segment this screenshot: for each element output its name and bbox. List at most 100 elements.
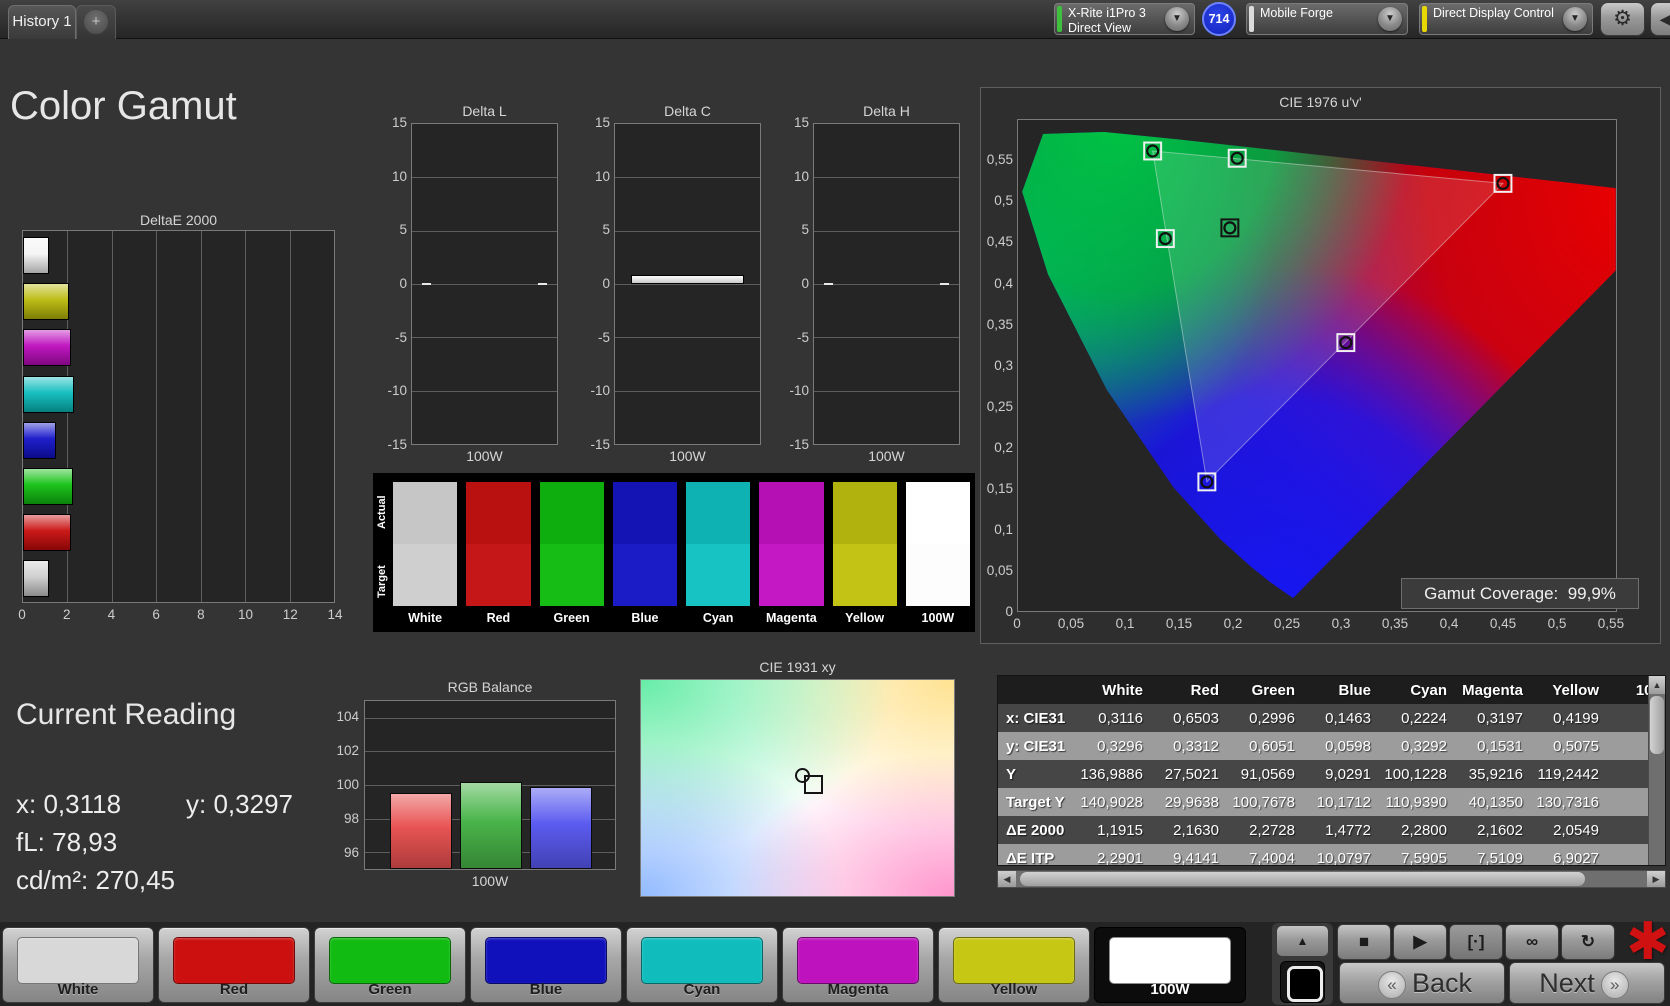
stop-button[interactable]: ■ <box>1337 924 1391 960</box>
table-cell: 29,9638 <box>1152 788 1228 816</box>
patch-button-white[interactable]: White <box>2 927 154 1003</box>
scrollbar-thumb[interactable] <box>1650 696 1664 754</box>
fl-label: fL: <box>16 827 45 857</box>
y-tick-label: 0,55 <box>986 152 1013 168</box>
deltae2000-chart: DeltaE 2000 0 2 4 6 8 10 12 14 <box>18 212 342 627</box>
swatch-target <box>466 544 531 606</box>
table-row[interactable]: y: CIE31 0,3296 0,3312 0,6051 0,0598 0,3292 0,… <box>998 732 1665 760</box>
gear-icon: ⚙ <box>1613 7 1632 30</box>
patch-button-100w[interactable]: 100W <box>1094 927 1246 1003</box>
patch-button-yellow[interactable]: Yellow <box>938 927 1090 1003</box>
delta-l-plot <box>411 123 558 445</box>
delta-h-chart: Delta H 15 10 5 0 -5 -10 -15 100W <box>783 103 960 464</box>
y-axis: 15 10 5 0 -5 -10 -15 <box>381 115 411 452</box>
play-button[interactable]: ▶ <box>1393 924 1447 960</box>
cie1931-chart: CIE 1931 xy <box>640 659 955 897</box>
table-cell: 1,1915 <box>1076 816 1152 844</box>
y-tick-label: 0 <box>602 276 610 291</box>
meter-source[interactable]: Mobile Forge ▼ <box>1246 3 1408 35</box>
y-tick-label: 96 <box>343 845 359 860</box>
meter-instrument[interactable]: X-Rite i1Pro 3 Direct View ▼ <box>1054 3 1195 35</box>
settings-button[interactable]: ⚙ <box>1600 2 1645 36</box>
swatch-yellow <box>832 482 897 606</box>
meter-line2: Direct View <box>1068 21 1131 36</box>
patch-label: Green <box>368 981 412 998</box>
add-tab-button[interactable]: + <box>76 5 116 39</box>
collapse-panel-button[interactable]: ◀ <box>1650 2 1670 36</box>
color-chip <box>1109 937 1231 984</box>
patch-button-cyan[interactable]: Cyan <box>626 927 778 1003</box>
table-row[interactable]: Target Y 140,9028 29,9638 100,7678 10,1712 11… <box>998 788 1665 816</box>
continuous-measure-button[interactable]: ∞ <box>1505 924 1559 960</box>
patch-button-green[interactable]: Green <box>314 927 466 1003</box>
table-row[interactable]: Y 136,9886 27,5021 91,0569 9,0291 100,1228 35,… <box>998 760 1665 788</box>
patch-button-red[interactable]: Red <box>158 927 310 1003</box>
chevron-down-icon[interactable]: ▼ <box>1165 7 1189 31</box>
table-cell: 40,1350 <box>1456 788 1532 816</box>
patch-label: Cyan <box>683 981 721 998</box>
pattern-up-button[interactable]: ▲ <box>1276 925 1329 957</box>
back-button[interactable]: «Back <box>1339 962 1505 1004</box>
table-row[interactable]: x: CIE31 0,3116 0,6503 0,2996 0,1463 0,2224 0,… <box>998 704 1665 732</box>
rgb-balance-plot <box>364 700 616 870</box>
gridline <box>615 337 760 339</box>
patch-button-blue[interactable]: Blue <box>470 927 622 1003</box>
target-row-label: Target <box>376 565 388 599</box>
gridline <box>615 284 760 285</box>
table-cell: 10,0797 <box>1304 844 1380 865</box>
chevron-down-icon[interactable]: ▼ <box>1378 7 1402 31</box>
y-tick-label: 0,3 <box>994 357 1013 373</box>
chart-title: Delta H <box>863 103 910 119</box>
tab-history-1[interactable]: History 1 <box>8 5 76 39</box>
gridline <box>365 717 615 719</box>
refresh-button[interactable]: ↻ <box>1561 924 1615 960</box>
chart-title: Delta L <box>462 103 507 119</box>
y-tick-label: 5 <box>801 222 809 238</box>
chart-title: DeltaE 2000 <box>139 212 218 228</box>
swatch-target <box>393 544 458 606</box>
table-horizontal-scrollbar[interactable]: ◀ ▶ <box>997 870 1666 888</box>
deltae2000-x-axis: 0 2 4 6 8 10 12 14 <box>18 603 342 627</box>
gridline <box>111 231 113 602</box>
y-axis: 15 10 5 0 -5 -10 -15 <box>584 115 614 452</box>
chevron-down-icon[interactable]: ▼ <box>1563 7 1587 31</box>
x-axis-label: 100W <box>466 448 503 464</box>
x-axis-label: 100W <box>669 448 706 464</box>
column-header <box>998 676 1076 704</box>
color-chip <box>641 937 763 984</box>
y-tick-label: -15 <box>789 437 809 452</box>
table-vertical-scrollbar[interactable]: ▲ <box>1648 676 1665 865</box>
gridline <box>245 231 247 602</box>
zero-bar-tick <box>422 283 432 285</box>
x-tick-label: 12 <box>282 607 298 622</box>
color-chip <box>329 937 451 984</box>
meter-line1: Mobile Forge <box>1260 6 1333 20</box>
swatch-actual <box>393 482 458 544</box>
page-title: Color Gamut <box>10 84 237 128</box>
current-reading-cdm2: cd/m²: 270,45 <box>16 865 175 896</box>
table-row[interactable]: ΔE ITP 2,2901 9,4141 7,4004 10,0797 7,5905 7,5… <box>998 844 1665 865</box>
single-measure-button[interactable]: [·] <box>1449 924 1503 960</box>
table-row[interactable]: ΔE 2000 1,1915 2,1630 2,2728 1,4772 2,2800 2,1… <box>998 816 1665 844</box>
chevron-left-icon: ◀ <box>1659 11 1670 27</box>
swatch-label: Cyan <box>702 611 734 625</box>
y-tick-label: 0 <box>1005 604 1013 619</box>
scroll-left-icon[interactable]: ◀ <box>998 871 1016 887</box>
table-cell: 0,2224 <box>1380 704 1456 732</box>
y-tick-label: 0,2 <box>994 439 1013 455</box>
scrollbar-thumb[interactable] <box>1020 872 1585 886</box>
table-cell: 2,2728 <box>1228 816 1304 844</box>
meter-display[interactable]: Direct Display Control ▼ <box>1419 3 1593 35</box>
swatch-label: White <box>408 611 443 625</box>
deltae-bar-yellow <box>23 283 69 321</box>
table-header-row: WhiteRedGreenBlueCyanMagentaYellow100W <box>998 676 1665 704</box>
actual-row-label: Actual <box>376 495 388 529</box>
scroll-right-icon[interactable]: ▶ <box>1647 871 1665 887</box>
patch-label: 100W <box>1150 981 1190 998</box>
pattern-window-button[interactable] <box>1280 961 1325 1003</box>
patch-button-magenta[interactable]: Magenta <box>782 927 934 1003</box>
swatch-target <box>539 544 604 606</box>
scroll-up-icon[interactable]: ▲ <box>1649 676 1665 694</box>
row-label: Target Y <box>998 788 1076 816</box>
swatch-100w <box>905 482 970 606</box>
